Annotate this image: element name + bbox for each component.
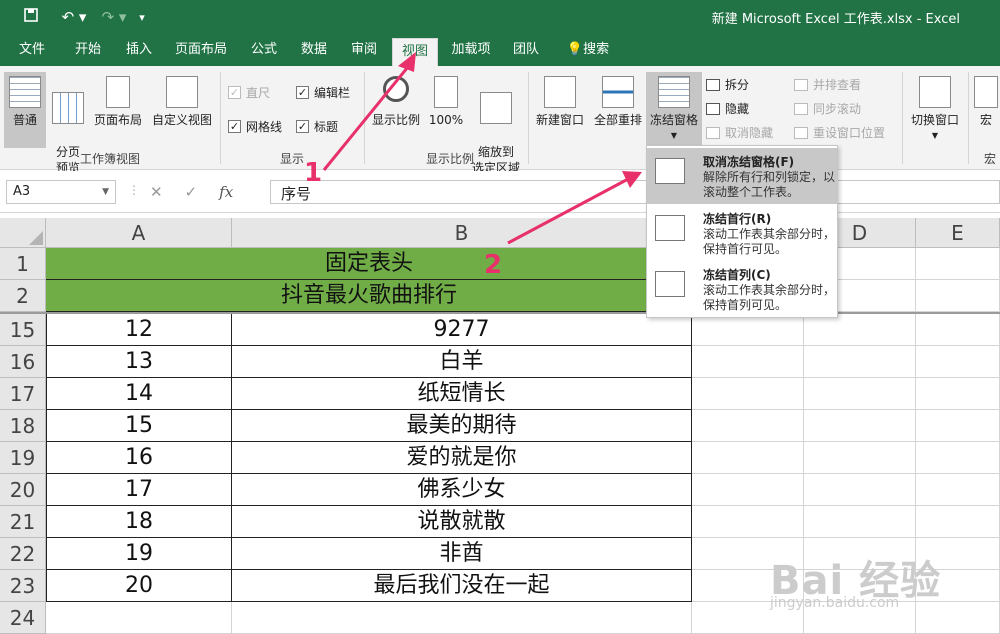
annotation-arrows xyxy=(322,52,642,245)
callout-number-one: 1 xyxy=(304,158,323,188)
arrowhead-icon xyxy=(398,52,416,72)
arrow-to-unfreeze xyxy=(507,176,631,245)
baidu-watermark-url: jingyan.baidu.com xyxy=(770,595,900,611)
callout-number-two: 2 xyxy=(484,250,503,280)
arrow-to-view-tab xyxy=(322,61,414,171)
